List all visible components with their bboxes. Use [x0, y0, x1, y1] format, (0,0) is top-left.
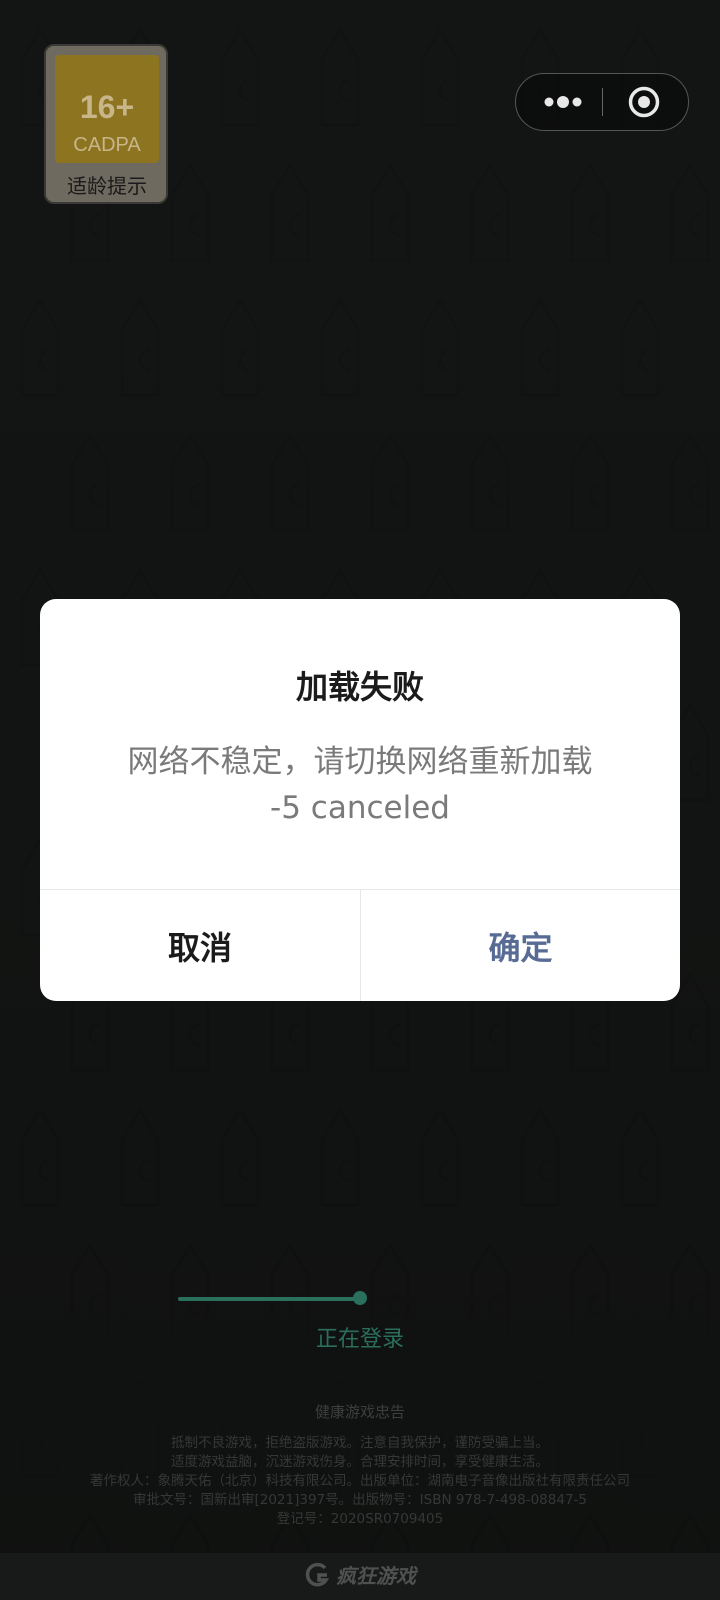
cancel-button[interactable]: 取消 — [40, 890, 360, 1001]
brand-name: 疯狂游戏 — [336, 1564, 416, 1588]
dialog-message: 网络不稳定，请切换网络重新加载 -5 canceled — [80, 739, 640, 831]
health-notice-line: 审批文号：国新出审[2021]397号。出版物号：ISBN 978-7-498-… — [132, 1492, 587, 1508]
capsule-divider — [602, 88, 603, 116]
age-rating-label: 16+ — [79, 89, 135, 125]
age-hint-label: 适龄提示 — [67, 174, 147, 198]
health-notice-text: 抵制不良游戏，拒绝盗版游戏。注意自我保护，谨防受骗上当。 适度游戏益脑，沉迷游戏… — [0, 1434, 720, 1529]
health-notice-line: 登记号：2020SR0709405 — [276, 1511, 444, 1527]
dialog-error-code: -5 canceled — [270, 790, 450, 826]
dialog-button-row: 取消 确定 — [40, 889, 680, 1001]
health-notice-title: 健康游戏忠告 — [314, 1403, 405, 1421]
loading-status: 正在登录 — [315, 1327, 404, 1352]
progress-knob — [353, 1291, 367, 1305]
footer-brand: 疯狂游戏 — [0, 1560, 720, 1589]
health-notice-line: 著作权人：象腾天佑（北京）科技有限公司。出版单位：湖南电子音像出版社有限责任公司 — [90, 1473, 630, 1489]
brand-logo-icon — [305, 1562, 330, 1586]
confirm-button[interactable]: 确定 — [360, 890, 680, 1001]
loading-progress-bar — [178, 1291, 542, 1305]
progress-fill — [178, 1297, 360, 1301]
dialog-message-line: 网络不稳定，请切换网络重新加载 — [127, 744, 593, 780]
age-rating-badge[interactable]: 16+ CADPA 适龄提示 — [44, 44, 168, 204]
mini-program-capsule — [515, 73, 689, 131]
dialog-title: 加载失败 — [295, 668, 424, 706]
mini-game-screen: 16+ CADPA 适龄提示 加载失败 网络不稳定，请切换网络重新加载 -5 c… — [0, 0, 720, 1600]
more-dots-icon — [544, 95, 582, 108]
health-notice-line: 适度游戏益脑，沉迷游戏伤身。合理安排时间，享受健康生活。 — [171, 1454, 549, 1470]
health-notice-line: 抵制不良游戏，拒绝盗版游戏。注意自我保护，谨防受骗上当。 — [171, 1435, 549, 1451]
target-close-icon — [628, 86, 660, 117]
close-mini-program-button[interactable] — [608, 74, 680, 129]
more-menu-button[interactable] — [528, 74, 598, 129]
load-failed-dialog: 加载失败 网络不稳定，请切换网络重新加载 -5 canceled 取消 确定 — [40, 599, 680, 1001]
rating-org-label: CADPA — [73, 134, 141, 156]
